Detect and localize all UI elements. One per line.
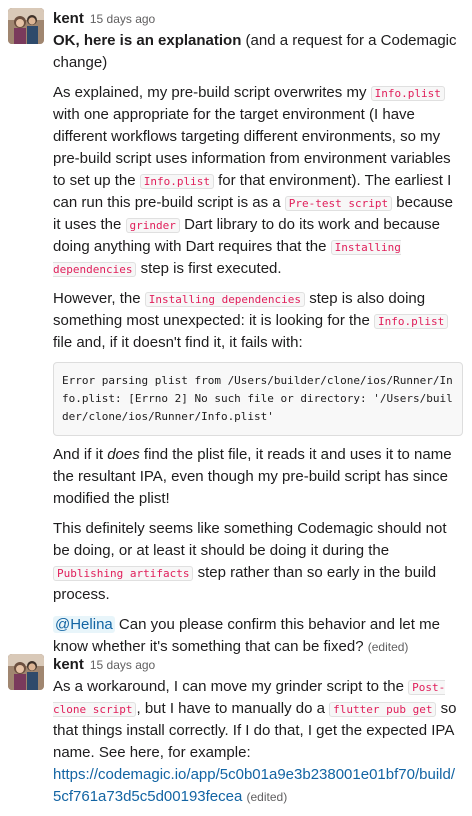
inline-code: Publishing artifacts	[53, 566, 194, 581]
paragraph: And if it does find the plist file, it r…	[53, 444, 463, 510]
paragraph: As explained, my pre-build script overwr…	[53, 82, 463, 280]
inline-code: Installing dependencies	[144, 292, 306, 307]
edited-label: (edited)	[367, 640, 409, 654]
text: However, the	[53, 290, 145, 307]
message-header: kent 15 days ago	[53, 654, 155, 676]
message-header: kent 15 days ago	[53, 8, 155, 30]
paragraph: @Helina Can you please confirm this beha…	[53, 614, 463, 658]
text: As a workaround, I can move my grinder s…	[53, 678, 409, 695]
edited-label: (edited)	[246, 790, 288, 804]
text: file and, if it doesn't find it, it fail…	[53, 334, 303, 351]
inline-code: grinder	[125, 218, 180, 233]
inline-code: Info.plist	[374, 314, 449, 329]
text: As explained, my pre-build script overwr…	[53, 84, 371, 101]
inline-code: Info.plist	[139, 174, 214, 189]
text: And if it	[53, 446, 108, 463]
author-name[interactable]: kent	[53, 10, 84, 27]
user-photo-icon	[8, 8, 44, 44]
inline-code: Info.plist	[370, 86, 445, 101]
paragraph: As a workaround, I can move my grinder s…	[53, 676, 463, 808]
user-mention[interactable]: @Helina	[53, 616, 115, 633]
timestamp[interactable]: 15 days ago	[90, 658, 155, 672]
text: This definitely seems like something Cod…	[53, 520, 447, 559]
italic-text: does	[107, 446, 140, 463]
paragraph: This definitely seems like something Cod…	[53, 518, 463, 606]
text: step is first executed.	[136, 260, 282, 277]
timestamp[interactable]: 15 days ago	[90, 12, 155, 26]
paragraph: However, the Installing dependencies ste…	[53, 288, 463, 354]
bold-text: OK, here is an explanation	[53, 32, 242, 49]
inline-code: Pre-test script	[284, 196, 393, 211]
avatar[interactable]	[8, 654, 44, 690]
inline-code: flutter pub get	[329, 702, 437, 717]
user-photo-icon	[8, 654, 44, 690]
text: , but I have to manually do a	[136, 700, 330, 717]
author-name[interactable]: kent	[53, 656, 84, 673]
message-body: OK, here is an explanation (and a reques…	[53, 30, 463, 666]
message-body: As a workaround, I can move my grinder s…	[53, 676, 463, 816]
avatar[interactable]	[8, 8, 44, 44]
paragraph: OK, here is an explanation (and a reques…	[53, 30, 463, 74]
code-block: Error parsing plist from /Users/builder/…	[53, 362, 463, 436]
